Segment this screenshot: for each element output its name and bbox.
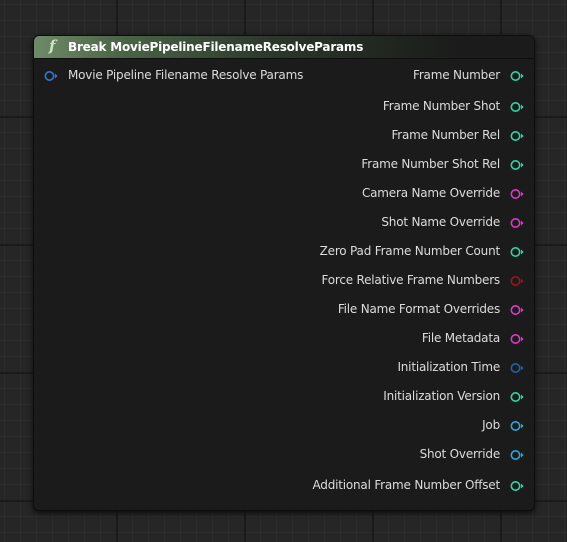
node-title: Break MoviePipelineFilenameResolveParams [68, 40, 364, 54]
output-pin-icon[interactable] [510, 216, 524, 230]
input-pin-label: Movie Pipeline Filename Resolve Params [68, 68, 304, 82]
output-pin-label: Camera Name Override [361, 186, 500, 200]
break-struct-node[interactable]: f Break MoviePipelineFilenameResolvePara… [33, 35, 535, 511]
output-pin-label: Frame Number Shot [382, 99, 500, 113]
output-pin-icon[interactable] [510, 479, 524, 493]
output-pin-icon[interactable] [510, 390, 524, 404]
output-pin-icon[interactable] [510, 419, 524, 433]
output-pin-icon[interactable] [510, 448, 524, 462]
output-pin-label: Frame Number Shot Rel [361, 157, 500, 171]
output-pin-label: File Name Format Overrides [337, 302, 500, 316]
output-pin-icon[interactable] [510, 303, 524, 317]
output-pin-icon[interactable] [510, 274, 524, 288]
output-pin-icon[interactable] [510, 69, 524, 83]
output-pin-label: Frame Number Rel [391, 128, 500, 142]
output-pin-label: Frame Number [412, 68, 500, 82]
output-pin-icon[interactable] [510, 100, 524, 114]
output-pin-label: File Metadata [421, 331, 500, 345]
output-pin-icon[interactable] [510, 158, 524, 172]
output-pin-label: Initialization Version [383, 389, 500, 403]
output-pin-icon[interactable] [510, 245, 524, 259]
output-pin-icon[interactable] [510, 187, 524, 201]
output-pin-label: Shot Name Override [381, 215, 500, 229]
output-pin-icon[interactable] [510, 361, 524, 375]
output-pin-label: Initialization Time [397, 360, 500, 374]
struct-input-pin-icon[interactable] [44, 69, 58, 83]
function-icon: f [49, 37, 56, 55]
output-pin-label: Shot Override [419, 447, 501, 461]
output-pin-label: Zero Pad Frame Number Count [319, 244, 501, 258]
output-pin-icon[interactable] [510, 129, 524, 143]
output-pin-label: Additional Frame Number Offset [312, 478, 500, 492]
output-pin-icon[interactable] [510, 332, 524, 346]
output-pin-label: Force Relative Frame Numbers [321, 273, 500, 287]
output-pin-label: Job [482, 418, 500, 432]
node-header[interactable]: f Break MoviePipelineFilenameResolvePara… [34, 36, 534, 59]
